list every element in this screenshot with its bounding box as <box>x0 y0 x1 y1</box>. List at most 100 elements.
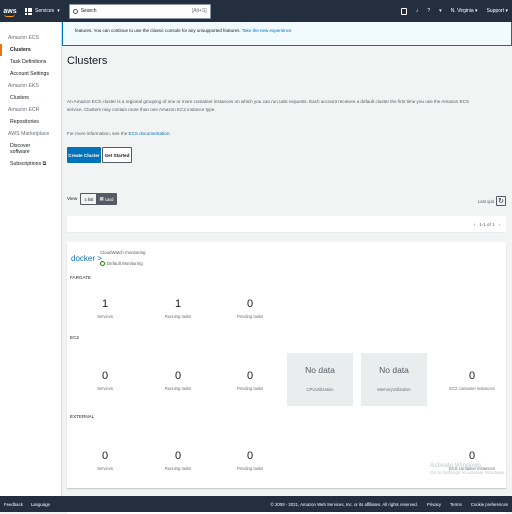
region-label: N. Virginia <box>450 8 474 14</box>
privacy-link[interactable]: Privacy <box>427 502 441 507</box>
card-view-button[interactable]: ▦ card <box>96 194 117 204</box>
sidebar-item-task-definitions[interactable]: Task Definitions <box>0 56 61 68</box>
refresh-button[interactable]: ↻ <box>496 196 506 206</box>
external-running-stat: 0 Running tasks <box>153 450 203 471</box>
stat-value: 0 <box>468 370 476 382</box>
pagination: ‹ 1-1 of 1 › <box>67 216 506 233</box>
list-view-label: list <box>87 196 94 202</box>
fargate-pending-stat: 0 Pending tasks <box>225 298 275 319</box>
grid-icon <box>25 7 32 15</box>
help-icon[interactable]: ? <box>427 8 430 14</box>
stat-label: EC2 container instances <box>449 386 495 391</box>
stat-label: Running tasks <box>164 466 192 471</box>
create-cluster-button[interactable]: Create Cluster <box>67 147 101 163</box>
stat-label: Services <box>96 386 114 391</box>
bell-icon[interactable]: ♪ <box>416 8 419 14</box>
fargate-running-stat: 1 Running tasks <box>153 298 203 319</box>
top-navigation-bar: aws Services ▾ Search [Alt+S] ♪ ? ▾ N. V… <box>0 0 512 22</box>
stat-label: Pending tasks <box>236 314 264 319</box>
ec2-section-label: EC2 <box>70 335 79 340</box>
stat-value: 0 <box>468 450 476 462</box>
card-view-label: card <box>104 196 114 202</box>
account-menu[interactable]: ▾ <box>439 8 442 14</box>
nodata-label: CPUUtilization <box>306 387 334 392</box>
refresh-icon: ↻ <box>498 198 504 205</box>
get-started-button[interactable]: Get Started <box>102 147 132 163</box>
stat-label: Running tasks <box>164 386 192 391</box>
aws-logo[interactable]: aws <box>0 0 20 22</box>
ec2-services-stat: 0 Services <box>80 370 130 391</box>
stat-label: Services <box>96 466 114 471</box>
sidebar-item-eks-clusters[interactable]: Clusters <box>0 92 61 104</box>
stat-value: 0 <box>101 370 109 382</box>
view-label: View <box>67 196 78 202</box>
terms-link[interactable]: Terms <box>450 502 462 507</box>
pager-text: 1-1 of 1 <box>479 221 495 227</box>
search-shortcut: [Alt+S] <box>191 8 207 14</box>
external-services-stat: 0 Services <box>80 450 130 471</box>
fargate-services-stat: 1 Services <box>80 298 130 319</box>
support-menu[interactable]: Support ▾ <box>487 8 508 14</box>
check-circle-icon <box>100 261 105 266</box>
last-updated: Last upd ↻ <box>478 196 506 206</box>
cloudwatch-label: CloudWatch monitoring <box>100 250 146 255</box>
view-toggle-row: View ≡ list ▦ card <box>67 193 118 205</box>
list-view-button[interactable]: ≡ list <box>81 194 96 204</box>
search-placeholder: Search <box>80 8 97 14</box>
sidebar-section-eks: Amazon EKS <box>8 83 39 89</box>
stat-value: 0 <box>246 450 254 462</box>
search-icon <box>72 8 78 14</box>
sidebar-item-discover-software[interactable]: Discover software <box>0 140 61 158</box>
stat-value: 1 <box>174 298 182 310</box>
cluster-name: docker <box>71 254 96 263</box>
activate-windows-watermark: Activate Windows Go to Settings to activ… <box>430 462 506 478</box>
nodata-label: MemoryUtilization <box>377 387 411 392</box>
cluster-name-link[interactable]: docker > <box>71 254 102 263</box>
copyright-text: © 2008 - 2021, Amazon Web Services, Inc.… <box>270 501 418 507</box>
sidebar: Amazon ECS Clusters Task Definitions Acc… <box>0 22 62 496</box>
stat-value: 0 <box>174 370 182 382</box>
memory-utilization-panel: No data MemoryUtilization <box>361 353 427 406</box>
region-selector[interactable]: N. Virginia ▾ <box>451 8 478 14</box>
last-updated-text: Last upd <box>477 198 494 204</box>
feedback-link[interactable]: Feedback <box>4 502 23 507</box>
ec2-instances-stat: 0 EC2 container instances <box>442 370 502 391</box>
cloudshell-icon[interactable] <box>400 7 407 15</box>
caret-down-icon: ▾ <box>57 8 60 14</box>
sidebar-section-ecs: Amazon ECS <box>8 35 40 41</box>
card-icon: ▦ <box>99 196 104 201</box>
stat-label: Services <box>96 314 114 319</box>
search-input[interactable]: Search [Alt+S] <box>68 3 211 19</box>
sidebar-item-subscriptions[interactable]: Subscriptions ⧉ <box>0 158 61 171</box>
stat-value: 0 <box>174 450 182 462</box>
language-selector[interactable]: Language <box>31 502 50 507</box>
next-page-icon[interactable]: › <box>499 222 501 227</box>
cloudwatch-status: Default Monitoring <box>100 261 143 266</box>
services-menu-button[interactable]: Services ▾ <box>20 0 65 22</box>
more-info-text: For more information, see the ECS docume… <box>67 131 171 136</box>
sidebar-item-clusters[interactable]: Clusters <box>0 44 61 56</box>
ecs-documentation-link[interactable]: ECS documentation. <box>129 131 171 136</box>
ec2-running-stat: 0 Running tasks <box>153 370 203 391</box>
cookie-preferences-link[interactable]: Cookie preferences <box>471 502 508 507</box>
sidebar-item-repositories[interactable]: Repositories <box>0 116 61 128</box>
fargate-section-label: FARGATE <box>70 275 92 280</box>
external-pending-stat: 0 Pending tasks <box>225 450 275 471</box>
external-section-label: EXTERNAL <box>70 414 95 419</box>
more-info-prefix: For more information, see the <box>67 131 128 136</box>
sidebar-item-account-settings[interactable]: Account Settings <box>0 68 61 80</box>
prev-page-icon[interactable]: ‹ <box>474 222 476 227</box>
stat-value: 0 <box>246 298 254 310</box>
page-title: Clusters <box>67 55 108 67</box>
stat-value: 0 <box>246 370 254 382</box>
stat-label: Pending tasks <box>236 466 264 471</box>
ec2-pending-stat: 0 Pending tasks <box>225 370 275 391</box>
banner-link[interactable]: Take the new experience <box>242 28 292 33</box>
services-label: Services <box>35 8 55 14</box>
sidebar-section-ecr: Amazon ECR <box>8 107 40 113</box>
watermark-title: Activate Windows <box>430 462 482 469</box>
watermark-subtitle: Go to Settings to activate Windows. <box>430 471 506 476</box>
cluster-card: docker > CloudWatch monitoring Default M… <box>67 242 506 488</box>
sidebar-section-marketplace: AWS Marketplace <box>8 131 50 137</box>
page-description: An Amazon ECS cluster is a regional grou… <box>67 99 469 112</box>
